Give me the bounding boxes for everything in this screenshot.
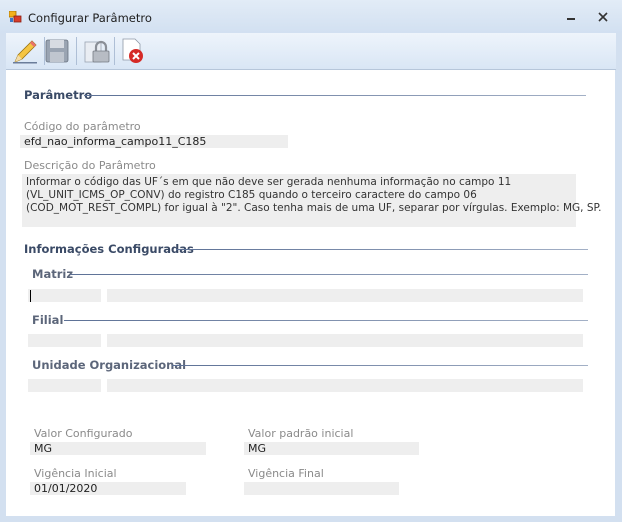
unidade-code-field[interactable]: [28, 379, 101, 392]
close-icon[interactable]: [593, 8, 613, 26]
vigencia-final-field[interactable]: [244, 482, 399, 495]
text-caret: [30, 290, 31, 302]
descricao-label: Descrição do Parâmetro: [24, 159, 156, 172]
section-parametro-title: Parâmetro: [24, 88, 93, 102]
toolbar: [6, 33, 616, 70]
matriz-description-field[interactable]: [107, 289, 583, 302]
section-rule: [64, 320, 588, 321]
vigencia-inicial-label: Vigência Inicial: [34, 467, 117, 480]
minimize-icon[interactable]: [561, 8, 581, 26]
window-title: Configurar Parâmetro: [28, 11, 152, 25]
matriz-code-field[interactable]: [28, 289, 101, 302]
vigencia-final-label: Vigência Final: [248, 467, 324, 480]
section-rule: [84, 95, 586, 96]
section-rule: [70, 274, 588, 275]
content-panel: Parâmetro Código do parâmetro efd_nao_in…: [6, 70, 615, 516]
title-bar: Configurar Parâmetro: [0, 0, 622, 33]
descricao-line: Informar o código das UF´s em que não de…: [26, 176, 512, 188]
section-rule: [176, 249, 588, 250]
descricao-line: (VL_UNIT_ICMS_OP_CONV) do registro C185 …: [26, 189, 477, 201]
unidade-title: Unidade Organizacional: [32, 358, 187, 372]
valor-configurado-label: Valor Configurado: [34, 427, 133, 440]
vigencia-inicial-field[interactable]: 01/01/2020: [30, 482, 186, 495]
document-red-x-icon[interactable]: [118, 36, 148, 66]
codigo-label: Código do parâmetro: [24, 120, 141, 133]
app-window-icon: [9, 11, 22, 23]
unidade-description-field[interactable]: [107, 379, 583, 392]
descricao-line: (COD_MOT_REST_COMPL) for igual à "2". Ca…: [26, 202, 602, 214]
floppy-disk-icon[interactable]: [42, 36, 72, 66]
valor-configurado-field[interactable]: MG: [30, 442, 206, 455]
pencil-icon[interactable]: [10, 36, 40, 66]
filial-code-field[interactable]: [28, 334, 101, 347]
valor-padrao-label: Valor padrão inicial: [248, 427, 354, 440]
toolbar-separator: [114, 37, 115, 65]
descricao-field[interactable]: Informar o código das UF´s em que não de…: [22, 174, 602, 227]
codigo-field[interactable]: efd_nao_informa_campo11_C185: [20, 135, 288, 148]
matriz-title: Matriz: [32, 267, 74, 281]
filial-title: Filial: [32, 313, 64, 327]
padlock-icon[interactable]: [81, 36, 111, 66]
section-informacoes-title: Informações Configuradas: [24, 242, 194, 256]
valor-padrao-field[interactable]: MG: [244, 442, 419, 455]
filial-description-field[interactable]: [107, 334, 583, 347]
section-rule: [172, 365, 588, 366]
toolbar-separator: [76, 37, 77, 65]
